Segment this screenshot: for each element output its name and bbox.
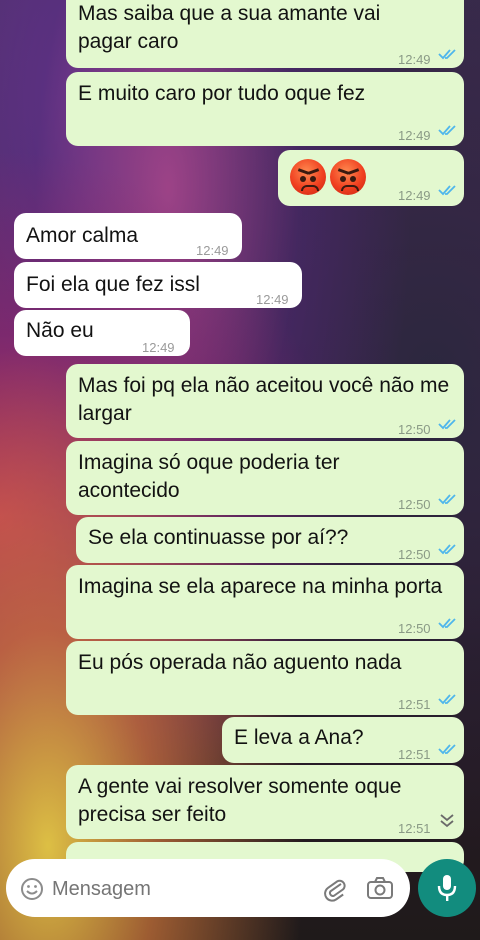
- message-time: 12:49: [398, 128, 431, 143]
- double-check-icon: [438, 419, 456, 430]
- message-input-bar[interactable]: [6, 859, 410, 917]
- message-incoming[interactable]: Foi ela que fez issl 12:49: [14, 262, 302, 308]
- message-time: 12:51: [398, 697, 431, 712]
- double-chevron-down-icon[interactable]: [438, 811, 456, 829]
- double-check-icon: [438, 744, 456, 755]
- message-outgoing[interactable]: Imagina se ela aparece na minha porta 12…: [66, 565, 464, 639]
- message-text: Foi ela que fez issl: [26, 273, 200, 296]
- message-time: 12:49: [196, 243, 229, 258]
- message-text: Amor calma: [26, 224, 139, 247]
- message-text: Imagina se ela aparece na minha porta: [78, 575, 443, 598]
- microphone-button[interactable]: [418, 859, 476, 917]
- message-text: Se ela continuasse por aí??: [88, 526, 349, 549]
- message-time: 12:50: [398, 422, 431, 437]
- message-text: Não eu: [26, 319, 94, 342]
- angry-face-icon: [290, 159, 326, 195]
- message-text: Mas saiba que a sua amante vai pagar car…: [78, 2, 381, 53]
- smiley-icon[interactable]: [20, 877, 44, 901]
- message-outgoing-emoji[interactable]: 12:49: [278, 150, 464, 206]
- message-text: Imagina só oque poderia ter acontecido: [78, 451, 340, 502]
- message-outgoing[interactable]: E leva a Ana? 12:51: [222, 717, 464, 763]
- double-check-icon: [438, 694, 456, 705]
- double-check-icon: [438, 494, 456, 505]
- message-text: E leva a Ana?: [234, 726, 364, 749]
- message-outgoing[interactable]: Mas foi pq ela não aceitou você não me l…: [66, 364, 464, 438]
- message-text: Eu pós operada não aguento nada: [78, 651, 402, 674]
- message-outgoing[interactable]: Eu pós operada não aguento nada 12:51: [66, 641, 464, 715]
- camera-icon[interactable]: [366, 876, 394, 900]
- message-time: 12:49: [142, 340, 175, 355]
- message-outgoing[interactable]: Mas saiba que a sua amante vai pagar car…: [66, 0, 464, 68]
- double-check-icon: [438, 618, 456, 629]
- double-check-icon: [438, 185, 456, 196]
- message-time: 12:51: [398, 821, 431, 836]
- message-incoming[interactable]: Amor calma 12:49: [14, 213, 242, 259]
- message-time: 12:50: [398, 497, 431, 512]
- message-outgoing[interactable]: A gente vai resolver somente oque precis…: [66, 765, 464, 839]
- paperclip-icon[interactable]: [322, 876, 348, 902]
- angry-face-icon: [330, 159, 366, 195]
- message-outgoing[interactable]: E muito caro por tudo oque fez 12:49: [66, 72, 464, 146]
- message-input[interactable]: [50, 871, 304, 907]
- message-time: 12:49: [256, 292, 289, 307]
- message-outgoing[interactable]: Imagina só oque poderia ter acontecido 1…: [66, 441, 464, 515]
- double-check-icon: [438, 544, 456, 555]
- double-check-icon: [438, 49, 456, 60]
- microphone-icon: [437, 875, 457, 901]
- message-time: 12:49: [398, 52, 431, 67]
- double-check-icon: [438, 125, 456, 136]
- message-time: 12:50: [398, 621, 431, 636]
- message-text: E muito caro por tudo oque fez: [78, 82, 366, 105]
- message-incoming[interactable]: Não eu 12:49: [14, 310, 190, 356]
- message-outgoing[interactable]: Se ela continuasse por aí?? 12:50: [76, 517, 464, 563]
- message-time: 12:49: [398, 188, 431, 203]
